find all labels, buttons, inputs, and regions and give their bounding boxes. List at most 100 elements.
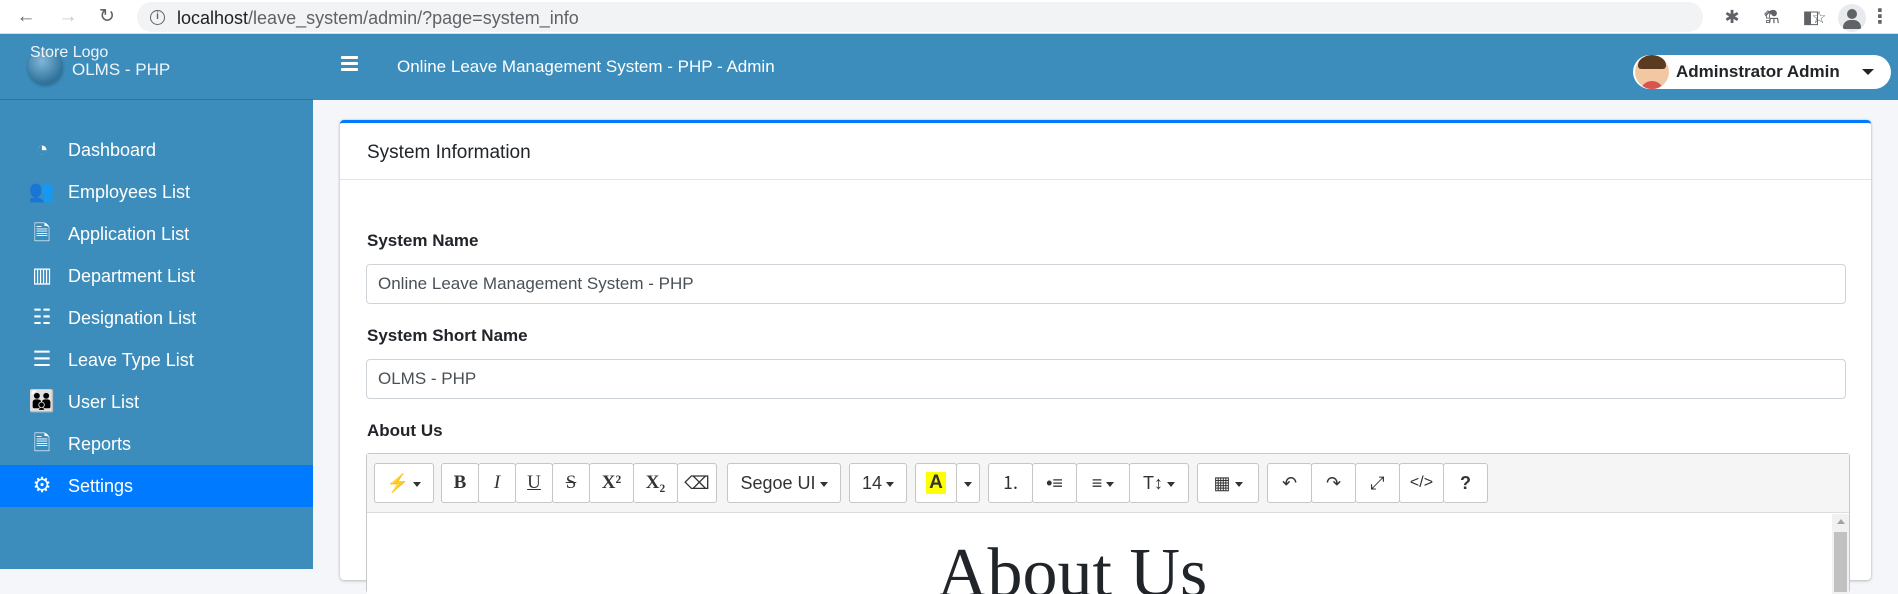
ordered-list-button[interactable]: ⒈: [988, 463, 1033, 503]
magic-wand-icon: ⚡: [386, 473, 410, 493]
sidebar-nav: ◔ Dashboard 👥 Employees List 🗎 Applicati…: [0, 129, 313, 507]
browser-menu-icon[interactable]: ⋮: [1870, 5, 1890, 29]
eraser-icon: ⌫: [684, 473, 710, 493]
about-us-label: About Us: [367, 421, 443, 440]
table-list-icon: ☷: [32, 306, 52, 329]
hamburger-menu-icon[interactable]: [341, 56, 361, 76]
highlight-letter: A: [926, 472, 946, 494]
labs-flask-icon[interactable]: ⚗: [1760, 5, 1784, 29]
help-icon: ?: [1460, 473, 1471, 493]
editor-toolbar: ⚡ B I U S X² X₂ ⌫ Segoe UI 14 A ⒈ •≡ ≡ T…: [367, 454, 1849, 513]
strikethrough-button[interactable]: S: [552, 463, 590, 503]
sidebar-item-dashboard[interactable]: ◔ Dashboard: [0, 129, 313, 171]
clear-format-button[interactable]: ⌫: [677, 463, 717, 503]
system-name-label: System Name: [367, 231, 479, 250]
paragraph-align-dropdown[interactable]: ≡: [1076, 463, 1130, 503]
redo-button[interactable]: ↷: [1311, 463, 1356, 503]
system-short-name-label: System Short Name: [367, 326, 528, 345]
unordered-list-icon: •≡: [1046, 473, 1063, 493]
report-file-icon: 🗎: [33, 432, 51, 455]
cogs-icon: ⚙: [32, 474, 52, 497]
scroll-up-arrow-icon[interactable]: [1837, 519, 1845, 524]
sidebar-item-leave-types[interactable]: ☰ Leave Type List: [0, 339, 313, 381]
align-icon: ≡: [1091, 473, 1103, 493]
font-size-dropdown[interactable]: 14: [849, 463, 907, 503]
system-info-card: System Information System Name System Sh…: [340, 120, 1871, 594]
main-header: Online Leave Management System - PHP - A…: [313, 34, 1898, 100]
editor-content-area[interactable]: About Us: [367, 514, 1849, 594]
highlight-color-dropdown[interactable]: [956, 463, 980, 503]
sidebar-item-applications[interactable]: 🗎 Application List: [0, 213, 313, 255]
url-path: /leave_system/admin/?page=system_info: [248, 8, 579, 28]
line-height-dropdown[interactable]: T↕: [1129, 463, 1189, 503]
sidebar: Store Logo OLMS - PHP ◔ Dashboard 👥 Empl…: [0, 34, 313, 569]
scroll-thumb[interactable]: [1834, 532, 1847, 592]
bold-button[interactable]: B: [441, 463, 479, 503]
sidebar-item-label: Department List: [68, 266, 196, 286]
undo-button[interactable]: ↶: [1267, 463, 1312, 503]
user-name: Adminstrator Admin: [1676, 62, 1840, 81]
sidebar-item-label: Application List: [68, 224, 190, 244]
editor-scrollbar[interactable]: [1832, 514, 1849, 594]
profile-avatar-icon[interactable]: [1838, 4, 1866, 32]
code-view-button[interactable]: </>: [1399, 463, 1444, 503]
browser-toolbar: ← → ↻ i localhost/leave_system/admin/?pa…: [0, 0, 1898, 34]
sidebar-item-settings[interactable]: ⚙ Settings: [0, 465, 313, 507]
users-group-icon: 👪: [28, 390, 56, 413]
sidebar-item-label: User List: [68, 392, 140, 412]
back-arrow-icon[interactable]: ←: [13, 4, 39, 30]
code-icon: </>: [1409, 474, 1434, 491]
redo-icon: ↷: [1325, 473, 1342, 493]
sidebar-item-designations[interactable]: ☷ Designation List: [0, 297, 313, 339]
forward-arrow-icon[interactable]: →: [55, 4, 81, 30]
users-icon: 👥: [28, 180, 56, 203]
italic-button[interactable]: I: [478, 463, 516, 503]
brand-text: OLMS - PHP: [72, 60, 171, 79]
table-icon: ▦: [1213, 473, 1231, 493]
undo-icon: ↶: [1281, 473, 1298, 493]
subscript-button[interactable]: X₂: [633, 463, 678, 503]
ordered-list-icon: ⒈: [1001, 473, 1020, 493]
url-text[interactable]: localhost/leave_system/admin/?page=syste…: [177, 8, 579, 29]
sidebar-item-label: Designation List: [68, 308, 197, 328]
superscript-button[interactable]: X²: [589, 463, 634, 503]
sidebar-item-reports[interactable]: 🗎 Reports: [0, 423, 313, 465]
site-info-icon[interactable]: i: [150, 10, 165, 25]
card-header: System Information: [340, 123, 1871, 180]
brand-link[interactable]: Store Logo OLMS - PHP: [0, 34, 313, 100]
highlight-color-button[interactable]: A: [915, 463, 957, 503]
sidebar-item-label: Settings: [68, 476, 134, 496]
system-short-name-input[interactable]: [366, 359, 1846, 399]
file-icon: 🗎: [33, 222, 51, 245]
sidebar-item-label: Dashboard: [68, 140, 157, 160]
about-us-heading: About Us: [937, 535, 1208, 594]
tachometer-icon: ◔: [35, 138, 49, 161]
url-host: localhost: [177, 8, 249, 28]
sidebar-item-label: Employees List: [68, 182, 191, 202]
font-family-dropdown[interactable]: Segoe UI: [727, 463, 841, 503]
expand-icon: ⤢: [1370, 473, 1385, 493]
underline-button[interactable]: U: [515, 463, 553, 503]
text-height-icon: T↕: [1143, 473, 1163, 493]
sidebar-item-employees[interactable]: 👥 Employees List: [0, 171, 313, 213]
card-title: System Information: [367, 142, 531, 163]
list-icon: ☰: [32, 348, 52, 371]
header-title: Online Leave Management System - PHP - A…: [397, 57, 775, 76]
extensions-puzzle-icon[interactable]: ✱: [1720, 5, 1744, 29]
sidebar-item-users[interactable]: 👪 User List: [0, 381, 313, 423]
sidebar-item-label: Leave Type List: [68, 350, 194, 370]
font-family-value: Segoe UI: [740, 473, 816, 493]
help-button[interactable]: ?: [1443, 463, 1488, 503]
user-dropdown-button[interactable]: Adminstrator Admin: [1633, 55, 1891, 89]
caret-down-icon: [1862, 69, 1874, 75]
sidebar-item-departments[interactable]: ▥ Department List: [0, 255, 313, 297]
user-avatar: [1635, 55, 1669, 89]
reload-icon[interactable]: ↻: [94, 4, 120, 30]
fullscreen-button[interactable]: ⤢: [1355, 463, 1400, 503]
unordered-list-button[interactable]: •≡: [1032, 463, 1077, 503]
system-name-input[interactable]: [366, 264, 1846, 304]
magic-style-button[interactable]: ⚡: [374, 463, 434, 503]
address-bar[interactable]: i localhost/leave_system/admin/?page=sys…: [137, 2, 1827, 32]
insert-table-dropdown[interactable]: ▦: [1197, 463, 1259, 503]
side-panel-icon[interactable]: ◧: [1799, 5, 1823, 29]
